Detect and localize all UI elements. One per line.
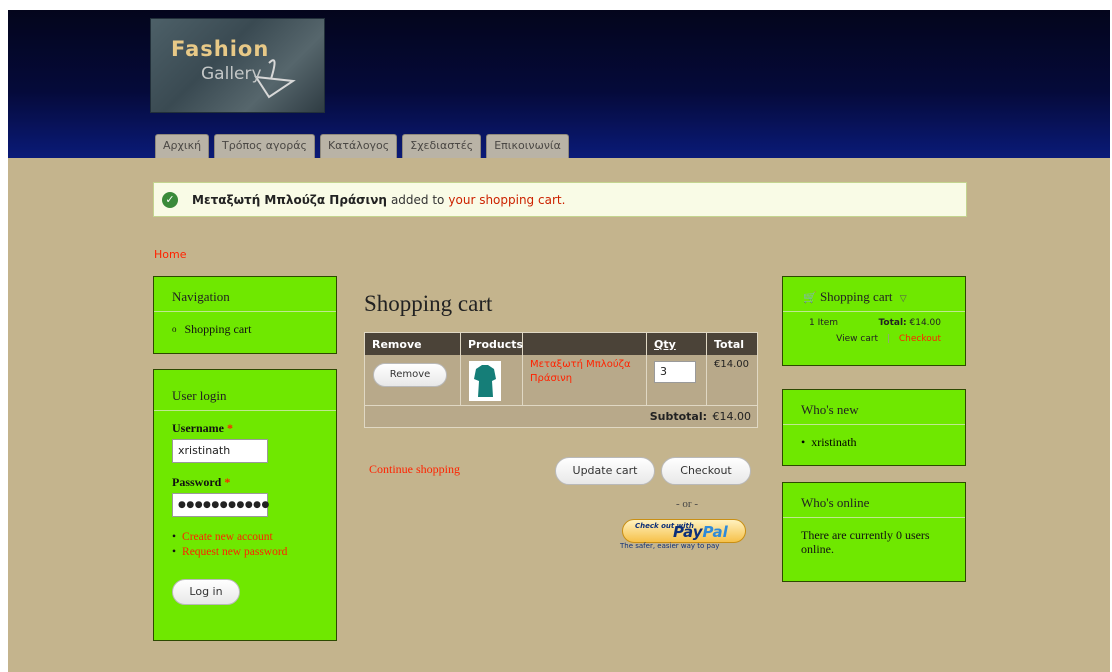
page-title: Shopping cart <box>364 291 493 316</box>
chevron-down-icon[interactable]: ▽ <box>900 293 907 303</box>
whos-online-text: There are currently 0 users online. <box>801 528 930 556</box>
navigation-block: Navigation Shopping cart <box>153 276 337 354</box>
request-password-link[interactable]: Request new password <box>172 546 336 558</box>
username-label: Username * <box>154 421 336 436</box>
username-input[interactable]: xristinath <box>172 439 268 463</box>
col-products: Products <box>461 333 523 355</box>
main-tabs: Αρχική Τρόπος αγοράς Κατάλογος Σχεδιαστέ… <box>155 134 569 158</box>
message-text: added to <box>390 192 445 207</box>
cell-remove: Remove <box>365 355 461 405</box>
cart-block-title-text: Shopping cart <box>819 289 893 304</box>
username-label-text: Username <box>172 421 224 435</box>
tab-contact[interactable]: Επικοινωνία <box>486 134 569 158</box>
col-total: Total <box>714 338 745 351</box>
paypal-word-pal: Pal <box>702 523 728 541</box>
required-mark: * <box>226 421 233 435</box>
message-product: Μεταξωτή Μπλούζα Πράσινη <box>192 192 387 207</box>
required-mark: * <box>224 475 231 489</box>
login-button[interactable]: Log in <box>172 579 240 605</box>
checkout-button[interactable]: Checkout <box>661 457 751 485</box>
page-frame: Fashion Gallery Αρχική Τρόπος αγοράς Κατ… <box>8 10 1110 672</box>
cart-total: Total: €14.00 <box>878 318 941 328</box>
product-link[interactable]: Μεταξωτή Μπλούζα Πράσινη <box>523 355 647 405</box>
status-message: ✓ Μεταξωτή Μπλούζα Πράσινη added to your… <box>153 182 967 217</box>
qty-input[interactable]: 3 <box>654 361 696 383</box>
new-user-link[interactable]: • xristinath <box>801 435 965 450</box>
or-separator: - or - <box>676 498 698 510</box>
user-login-block: User login Username * xristinath Passwor… <box>153 369 337 641</box>
cart-block-title: 🛒 Shopping cart ▽ <box>783 277 965 312</box>
green-top-icon <box>474 365 496 397</box>
nav-shopping-cart-link[interactable]: Shopping cart <box>172 322 336 337</box>
logo-word-fashion: Fashion <box>171 37 270 61</box>
product-thumbnail[interactable] <box>469 361 501 401</box>
continue-shopping-link[interactable]: Continue shopping <box>369 462 460 477</box>
tab-catalog[interactable]: Κατάλογος <box>319 134 398 158</box>
col-remove: Remove <box>365 333 461 355</box>
user-login-title: User login <box>154 370 336 411</box>
cart-table: Remove Products Qty Total Remove Μεταξωτ… <box>364 332 758 428</box>
cart-item-count: 1 Item <box>809 318 839 328</box>
whos-new-title: Who's new <box>783 390 965 425</box>
view-cart-link[interactable]: View cart <box>836 334 878 344</box>
cart-total-value: €14.00 <box>909 318 942 328</box>
password-input[interactable]: ●●●●●●●●●●● <box>172 493 269 517</box>
subtotal-value: €14.00 <box>712 410 752 423</box>
col-qty[interactable]: Qty <box>647 333 707 355</box>
subtotal-label: Subtotal: <box>649 410 707 423</box>
row-total: €14.00 <box>714 359 749 370</box>
success-check-icon: ✓ <box>162 191 178 208</box>
tab-designers[interactable]: Σχεδιαστές <box>402 134 482 158</box>
tab-how-to-buy[interactable]: Τρόπος αγοράς <box>214 134 315 158</box>
col-title <box>523 333 647 355</box>
cart-block: 🛒 Shopping cart ▽ 1 Item Total: €14.00 V… <box>782 276 966 366</box>
cart-total-label: Total: <box>878 318 907 328</box>
site-logo[interactable]: Fashion Gallery <box>150 18 325 113</box>
breadcrumb-home[interactable]: Home <box>154 248 186 261</box>
logo-word-gallery: Gallery <box>201 64 262 84</box>
navigation-title: Navigation <box>154 277 336 312</box>
cart-icon: 🛒 <box>803 292 817 304</box>
whos-online-block: Who's online There are currently 0 users… <box>782 482 966 582</box>
whos-online-title: Who's online <box>783 483 965 518</box>
create-account-link[interactable]: Create new account <box>172 531 336 543</box>
whos-new-block: Who's new • xristinath <box>782 389 966 466</box>
message-cart-link[interactable]: your shopping cart. <box>448 193 565 207</box>
cell-qty: 3 <box>647 355 707 405</box>
subtotal-row: Subtotal: €14.00 <box>365 405 757 427</box>
cart-summary: 1 Item Total: €14.00 <box>783 312 965 328</box>
cart-links: View cart | Checkout <box>783 328 965 344</box>
paypal-checkout-button[interactable]: Check out with PayPal <box>622 519 746 543</box>
paypal-logo: PayPal <box>673 523 728 541</box>
remove-button[interactable]: Remove <box>373 363 447 387</box>
password-label-text: Password <box>172 475 222 489</box>
new-user-name: xristinath <box>811 435 857 449</box>
update-cart-button[interactable]: Update cart <box>555 457 655 485</box>
cart-table-header: Remove Products Qty Total <box>365 333 757 355</box>
password-label: Password * <box>154 475 336 490</box>
paypal-word-pay: Pay <box>673 523 703 541</box>
cell-image <box>461 355 523 405</box>
block-checkout-link[interactable]: Checkout <box>899 334 941 344</box>
link-separator: | <box>886 334 891 344</box>
table-row: Remove Μεταξωτή Μπλούζα Πράσινη 3 €14.00 <box>365 355 757 405</box>
site-header: Fashion Gallery Αρχική Τρόπος αγοράς Κατ… <box>8 10 1110 158</box>
paypal-tagline: The safer, easier way to pay <box>620 542 720 550</box>
tab-home[interactable]: Αρχική <box>155 134 210 158</box>
